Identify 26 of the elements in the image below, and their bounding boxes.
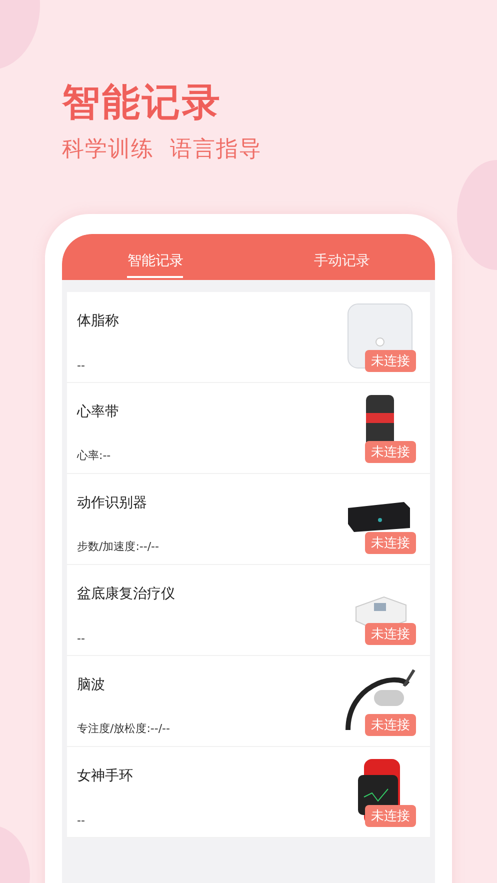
status-badge: 未连接 — [365, 805, 416, 827]
status-badge: 未连接 — [365, 441, 416, 463]
device-reading: -- — [77, 814, 86, 827]
device-row[interactable]: 动作识别器 步数/加速度:--/-- 未连接 — [67, 474, 430, 565]
status-badge: 未连接 — [365, 623, 416, 645]
device-name: 动作识别器 — [77, 494, 148, 512]
status-badge: 未连接 — [365, 350, 416, 372]
device-name: 女神手环 — [77, 767, 133, 785]
device-row[interactable]: 体脂称 -- 未连接 — [67, 292, 430, 383]
device-reading: 心率:-- — [77, 448, 112, 463]
device-row[interactable]: 心率带 心率:-- 未连接 — [67, 383, 430, 474]
device-name: 脑波 — [77, 676, 106, 694]
status-badge: 未连接 — [365, 714, 416, 736]
device-reading: 步数/加速度:--/-- — [77, 539, 159, 554]
subtitle: 科学训练 语言指导 — [62, 136, 263, 164]
device-row[interactable]: 脑波 专注度/放松度:--/-- 未连接 — [67, 656, 430, 747]
headline: 智能记录 — [62, 79, 223, 126]
device-name: 体脂称 — [77, 312, 119, 330]
device-row[interactable]: 女神手环 -- 未连接 — [67, 747, 430, 838]
status-badge: 未连接 — [365, 532, 416, 554]
device-name: 心率带 — [77, 403, 119, 421]
device-reading: -- — [77, 359, 86, 372]
device-name: 盆底康复治疗仪 — [77, 585, 175, 603]
device-reading: 专注度/放松度:--/-- — [77, 721, 170, 736]
device-reading: -- — [77, 632, 86, 645]
device-row[interactable]: 盆底康复治疗仪 -- 未连接 — [67, 565, 430, 656]
